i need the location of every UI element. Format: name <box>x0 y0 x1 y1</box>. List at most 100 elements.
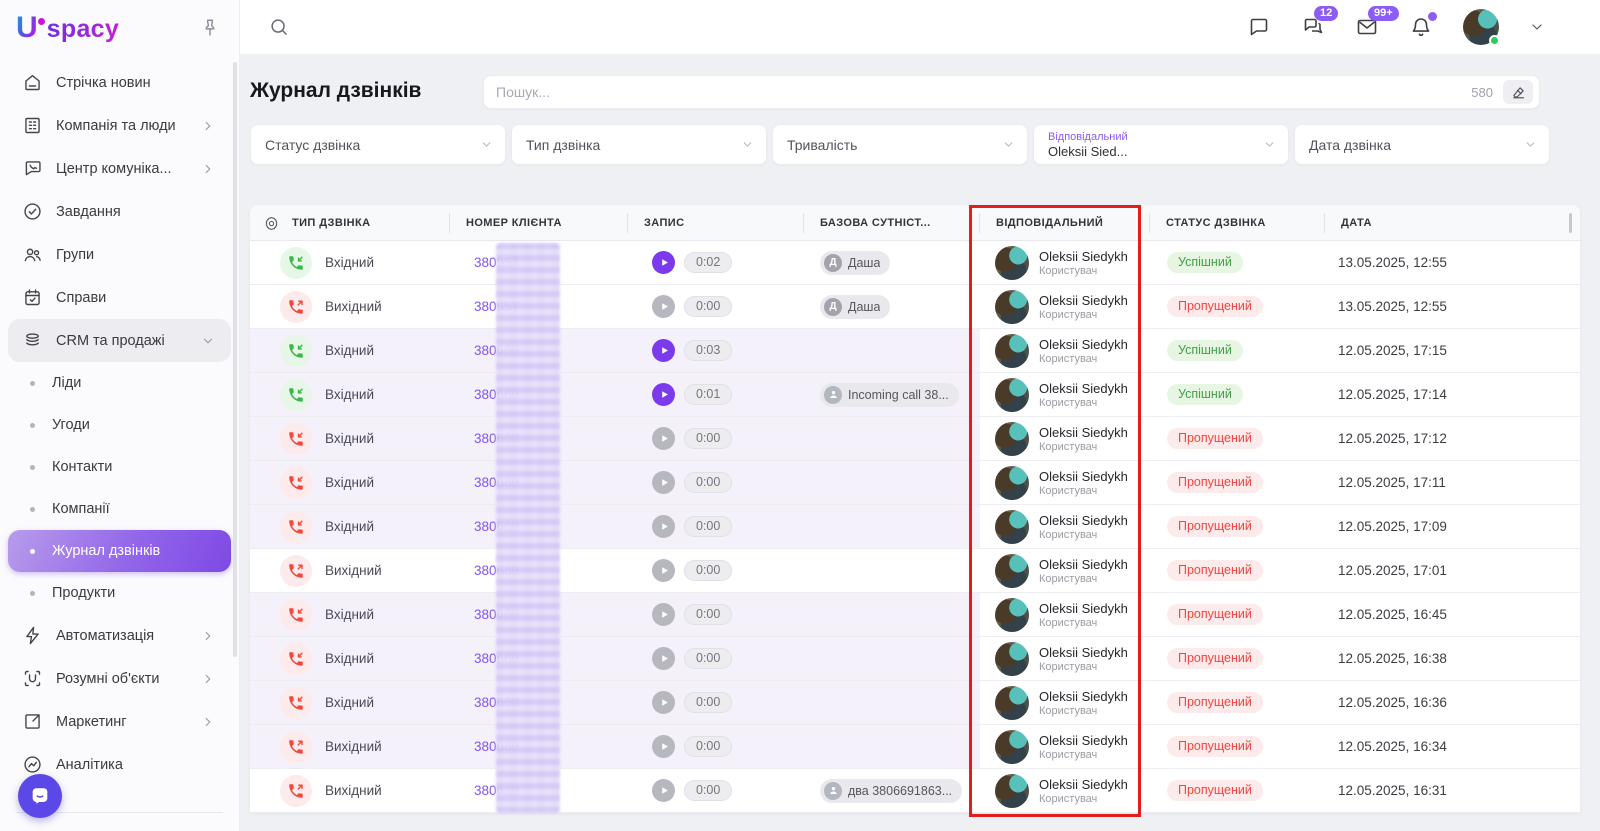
sidebar-item-14[interactable]: Розумні об'єкти <box>8 657 231 700</box>
client-number-link[interactable]: 380669 <box>474 739 519 754</box>
play-button[interactable] <box>652 515 675 538</box>
table-row[interactable]: Вхідний 380669 0:00 Oleksii Siedykh Кори… <box>250 417 1580 461</box>
table-row[interactable]: Вхідний 380669 0:00 Oleksii Siedykh Кори… <box>250 461 1580 505</box>
client-number-link[interactable]: 380669 <box>474 343 519 358</box>
search-input[interactable] <box>496 84 1471 100</box>
sidebar-item-12[interactable]: Продукти <box>8 572 231 614</box>
messenger-icon[interactable]: 12 <box>1301 15 1325 39</box>
play-button[interactable] <box>652 383 675 406</box>
table-header: ТИП ДЗВІНКАНОМЕР КЛІЄНТАЗАПИСБАЗОВА СУТН… <box>250 205 1580 241</box>
filter-select-2[interactable]: Тривалість <box>772 124 1028 165</box>
sidebar-item-13[interactable]: Автоматизація <box>8 614 231 657</box>
responsible-role: Користувач <box>1039 793 1128 805</box>
clear-search-icon[interactable] <box>1503 80 1533 104</box>
client-number-link[interactable]: 380669 <box>474 607 519 622</box>
client-number-link[interactable]: 380669 <box>474 563 519 578</box>
call-datetime: 12.05.2025, 16:31 <box>1338 783 1447 798</box>
client-number-link[interactable]: 380669 <box>474 651 519 666</box>
sidebar-item-11[interactable]: Журнал дзвінків <box>8 530 231 572</box>
sidebar-item-5[interactable]: Справи <box>8 276 231 319</box>
bullet-icon <box>30 381 35 386</box>
table-row[interactable]: Вхідний 380669 0:00 Oleksii Siedykh Кори… <box>250 637 1580 681</box>
base-entity-chip[interactable]: Incoming call 38... <box>820 383 959 407</box>
table-row[interactable]: Вихідний 380957 0:00 ДДаша Oleksii Siedy… <box>250 285 1580 329</box>
analytics-icon <box>22 754 43 775</box>
table-row[interactable]: Вхідний 380957 0:02 ДДаша Oleksii Siedyk… <box>250 241 1580 285</box>
table-row[interactable]: Вхідний 380669 0:03 Oleksii Siedykh Кори… <box>250 329 1580 373</box>
column-header-0[interactable]: ТИП ДЗВІНКА <box>250 205 450 241</box>
column-header-1[interactable]: НОМЕР КЛІЄНТА <box>450 205 628 241</box>
global-search-icon[interactable] <box>268 16 290 38</box>
column-header-5[interactable]: СТАТУС ДЗВІНКА <box>1150 205 1325 241</box>
table-row[interactable]: Вхідний 380669 0:01 Incoming call 38... … <box>250 373 1580 417</box>
profile-menu-chevron-icon[interactable] <box>1529 19 1545 35</box>
client-number-link[interactable]: 380669 <box>474 783 519 798</box>
notifications-bell-icon[interactable] <box>1409 15 1433 39</box>
call-datetime: 12.05.2025, 17:15 <box>1338 343 1447 358</box>
column-header-4[interactable]: ВІДПОВІДАЛЬНИЙ <box>980 205 1150 241</box>
table-row[interactable]: Вхідний 380669 0:00 Oleksii Siedykh Кори… <box>250 593 1580 637</box>
table-row[interactable]: Вихідний 380669 0:00 Oleksii Siedykh Кор… <box>250 549 1580 593</box>
client-number-link[interactable]: 380957 <box>474 299 519 314</box>
column-header-3[interactable]: БАЗОВА СУТНІСТ... <box>804 205 980 241</box>
mail-icon[interactable]: 99+ <box>1355 15 1379 39</box>
sidebar-item-2[interactable]: Центр комуніка... <box>8 147 231 190</box>
pin-sidebar-icon[interactable] <box>199 17 221 39</box>
client-number-link[interactable]: 380669 <box>474 519 519 534</box>
filter-select-1[interactable]: Тип дзвінка <box>511 124 767 165</box>
gear-icon[interactable] <box>263 215 280 232</box>
column-header-2[interactable]: ЗАПИС <box>628 205 804 241</box>
sidebar-item-3[interactable]: Завдання <box>8 190 231 233</box>
sidebar-item-4[interactable]: Групи <box>8 233 231 276</box>
filter-select-0[interactable]: Статус дзвінка <box>250 124 506 165</box>
uspacy-logo[interactable]: U spacy <box>16 11 119 45</box>
sidebar-item-15[interactable]: Маркетинг <box>8 700 231 743</box>
incoming-call-icon <box>280 511 312 543</box>
home-icon <box>22 72 43 93</box>
sidebar-item-1[interactable]: Компанія та люди <box>8 104 231 147</box>
table-row[interactable]: Вхідний 380669 0:00 Oleksii Siedykh Кори… <box>250 681 1580 725</box>
chevron-down-icon <box>480 138 493 151</box>
sidebar-item-10[interactable]: Компанії <box>8 488 231 530</box>
base-entity-chip[interactable]: ДДаша <box>820 251 890 275</box>
base-entity-chip[interactable]: ДДаша <box>820 295 890 319</box>
filter-select-4[interactable]: Дата дзвінка <box>1294 124 1550 165</box>
table-row[interactable]: Вихідний 380669 0:00 два 3806691863... O… <box>250 769 1580 813</box>
play-button[interactable] <box>652 295 675 318</box>
chevron-icon <box>201 629 215 643</box>
client-number-link[interactable]: 380669 <box>474 695 519 710</box>
client-number-link[interactable]: 380669 <box>474 387 519 402</box>
column-header-6[interactable]: ДАТА <box>1325 205 1580 241</box>
play-button[interactable] <box>652 603 675 626</box>
table-row[interactable]: Вихідний 380669 0:00 Oleksii Siedykh Кор… <box>250 725 1580 769</box>
filter-responsible[interactable]: Відповідальний Oleksii Sied... <box>1033 124 1289 165</box>
play-button[interactable] <box>652 427 675 450</box>
support-chat-button[interactable] <box>18 774 62 818</box>
play-button[interactable] <box>652 735 675 758</box>
play-button[interactable] <box>652 339 675 362</box>
client-number-link[interactable]: 380669 <box>474 431 519 446</box>
main-content: Журнал дзвінків 580 Статус дзвінка Тип д… <box>240 55 1600 831</box>
base-entity-chip[interactable]: два 3806691863... <box>820 779 962 803</box>
sidebar-item-8[interactable]: Угоди <box>8 404 231 446</box>
sidebar-item-0[interactable]: Стрічка новин <box>8 61 231 104</box>
sidebar-item-9[interactable]: Контакти <box>8 446 231 488</box>
client-number-link[interactable]: 380957 <box>474 255 519 270</box>
sidebar-item-7[interactable]: Ліди <box>8 362 231 404</box>
table-scrollbar[interactable] <box>1569 213 1572 233</box>
play-button[interactable] <box>652 471 675 494</box>
sidebar-item-6[interactable]: CRM та продажі <box>8 319 231 362</box>
responsible-avatar <box>995 686 1029 720</box>
play-button[interactable] <box>652 647 675 670</box>
client-number-link[interactable]: 380669 <box>474 475 519 490</box>
call-datetime: 13.05.2025, 12:55 <box>1338 299 1447 314</box>
play-button[interactable] <box>652 691 675 714</box>
chat-icon[interactable] <box>1247 15 1271 39</box>
play-button[interactable] <box>652 251 675 274</box>
call-type-label: Вхідний <box>325 431 374 446</box>
play-button[interactable] <box>652 559 675 582</box>
play-button[interactable] <box>652 779 675 802</box>
table-row[interactable]: Вхідний 380669 0:00 Oleksii Siedykh Кори… <box>250 505 1580 549</box>
sidebar-scrollbar[interactable] <box>233 62 237 657</box>
user-avatar[interactable] <box>1463 9 1499 45</box>
